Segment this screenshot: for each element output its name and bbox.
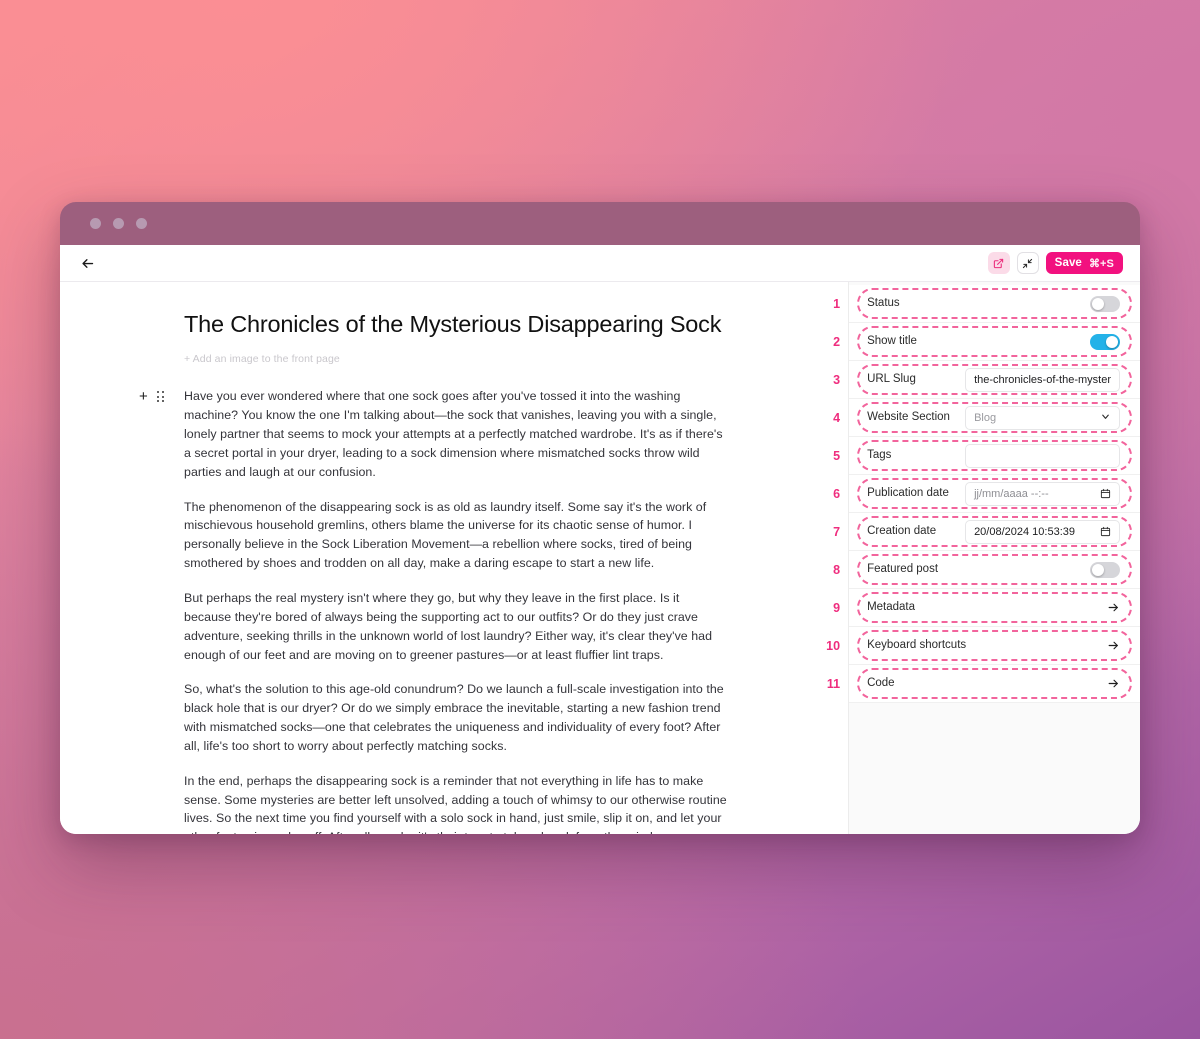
chevron-down-icon <box>1100 411 1111 425</box>
row-label: Featured post <box>867 562 939 575</box>
paragraph-block: + Have you ever wondered where that one … <box>139 387 730 481</box>
annotation-number: 10 <box>826 638 841 653</box>
window-titlebar <box>60 202 1140 245</box>
annotation-number: 1 <box>833 296 841 311</box>
paragraph[interactable]: Have you ever wondered where that one so… <box>184 387 730 481</box>
website-section-value: Blog <box>974 411 997 424</box>
page-title[interactable]: The Chronicles of the Mysterious Disappe… <box>184 310 730 339</box>
arrow-right-icon <box>1107 639 1120 652</box>
annotation-number: 4 <box>833 410 841 425</box>
row-label: Publication date <box>867 486 949 499</box>
tags-input[interactable] <box>965 443 1120 468</box>
collapse-view-button[interactable] <box>1016 252 1039 274</box>
save-shortcut: ⌘+S <box>1088 257 1114 270</box>
editor-toolbar: Save ⌘+S <box>60 245 1140 282</box>
featured-post-toggle[interactable] <box>1090 561 1120 578</box>
annotation-number: 6 <box>833 486 841 501</box>
arrow-right-icon <box>1107 677 1120 690</box>
annotation-number: 8 <box>833 562 841 577</box>
drag-handle-icon[interactable] <box>156 390 165 403</box>
app-content: Save ⌘+S The Chronicles of the Mysteriou… <box>60 245 1140 834</box>
annotation-number: 9 <box>833 600 841 615</box>
creation-date-input[interactable]: 20/08/2024 10:53:39 <box>965 519 1120 544</box>
external-link-icon <box>993 258 1004 268</box>
add-cover-image-link[interactable]: + Add an image to the front page <box>184 353 730 365</box>
paragraph[interactable]: So, what's the solution to this age-old … <box>184 680 730 755</box>
sidebar-row-show-title[interactable]: 2 Show title <box>833 323 1140 361</box>
close-window-button[interactable] <box>90 218 101 229</box>
publication-date-placeholder: jj/mm/aaaa --:-- <box>974 487 1049 500</box>
row-label: URL Slug <box>867 372 916 385</box>
row-control <box>1090 295 1120 312</box>
sidebar-row-url-slug[interactable]: 3 URL Slug the-chronicles-of-the-myster <box>833 361 1140 399</box>
row-control <box>1090 561 1120 578</box>
status-toggle[interactable] <box>1090 295 1120 312</box>
paragraph[interactable]: But perhaps the real mystery isn't where… <box>184 589 730 664</box>
paragraph[interactable]: The phenomenon of the disappearing sock … <box>184 498 730 573</box>
sidebar-row-creation-date[interactable]: 7 Creation date 20/08/2024 10:53:39 <box>833 513 1140 551</box>
row-control <box>1090 333 1120 350</box>
annotation-number: 11 <box>826 676 841 691</box>
arrow-right-icon <box>1107 601 1120 614</box>
document-editor[interactable]: The Chronicles of the Mysterious Disappe… <box>60 282 849 834</box>
back-button[interactable] <box>74 250 100 276</box>
creation-date-value: 20/08/2024 10:53:39 <box>974 525 1075 538</box>
sidebar-row-website-section[interactable]: 4 Website Section Blog <box>833 399 1140 437</box>
sidebar-row-keyboard-shortcuts[interactable]: 10 Keyboard shortcuts <box>826 627 1140 665</box>
row-label: Keyboard shortcuts <box>867 638 967 651</box>
block-handles: + <box>139 389 165 404</box>
sidebar-row-metadata[interactable]: 9 Metadata <box>833 589 1140 627</box>
row-label: Code <box>867 676 895 689</box>
sidebar-row-featured-post[interactable]: 8 Featured post <box>833 551 1140 589</box>
publication-date-input[interactable]: jj/mm/aaaa --:-- <box>965 481 1120 506</box>
row-label: Metadata <box>867 600 916 613</box>
maximize-window-button[interactable] <box>136 218 147 229</box>
sidebar-row-tags[interactable]: 5 Tags <box>833 437 1140 475</box>
row-label: Show title <box>867 334 917 347</box>
calendar-icon[interactable] <box>1100 488 1111 499</box>
row-label: Website Section <box>867 410 950 423</box>
toolbar-actions: Save ⌘+S <box>987 252 1123 274</box>
paragraph[interactable]: In the end, perhaps the disappearing soc… <box>184 772 730 834</box>
minimize-window-button[interactable] <box>113 218 124 229</box>
row-label: Tags <box>867 448 892 461</box>
app-window: Save ⌘+S The Chronicles of the Mysteriou… <box>60 202 1140 834</box>
document-canvas: The Chronicles of the Mysterious Disappe… <box>139 310 730 834</box>
calendar-icon[interactable] <box>1100 526 1111 537</box>
sidebar-row-status[interactable]: 1 Status <box>833 285 1140 323</box>
settings-sidebar: 1 Status 2 Show title 3 URL Slug the-chr… <box>826 282 1140 834</box>
settings-list: 1 Status 2 Show title 3 URL Slug the-chr… <box>826 282 1140 703</box>
editor-body: The Chronicles of the Mysterious Disappe… <box>60 282 1140 834</box>
annotation-number: 5 <box>833 448 841 463</box>
add-block-icon[interactable]: + <box>139 389 148 404</box>
row-label: Status <box>867 296 900 309</box>
arrow-left-icon <box>81 258 93 268</box>
open-external-button[interactable] <box>987 252 1010 274</box>
collapse-icon <box>1023 258 1033 268</box>
annotation-number: 3 <box>833 372 841 387</box>
save-button[interactable]: Save ⌘+S <box>1045 252 1123 274</box>
url-slug-input[interactable]: the-chronicles-of-the-myster <box>965 367 1120 392</box>
annotation-number: 7 <box>833 524 841 539</box>
url-slug-value: the-chronicles-of-the-myster <box>974 373 1111 386</box>
sidebar-row-publication-date[interactable]: 6 Publication date jj/mm/aaaa --:-- <box>833 475 1140 513</box>
show-title-toggle[interactable] <box>1090 333 1120 350</box>
sidebar-row-code[interactable]: 11 Code <box>827 665 1140 703</box>
website-section-select[interactable]: Blog <box>965 405 1120 430</box>
save-label: Save <box>1054 257 1082 269</box>
row-label: Creation date <box>867 524 937 537</box>
annotation-number: 2 <box>833 334 841 349</box>
